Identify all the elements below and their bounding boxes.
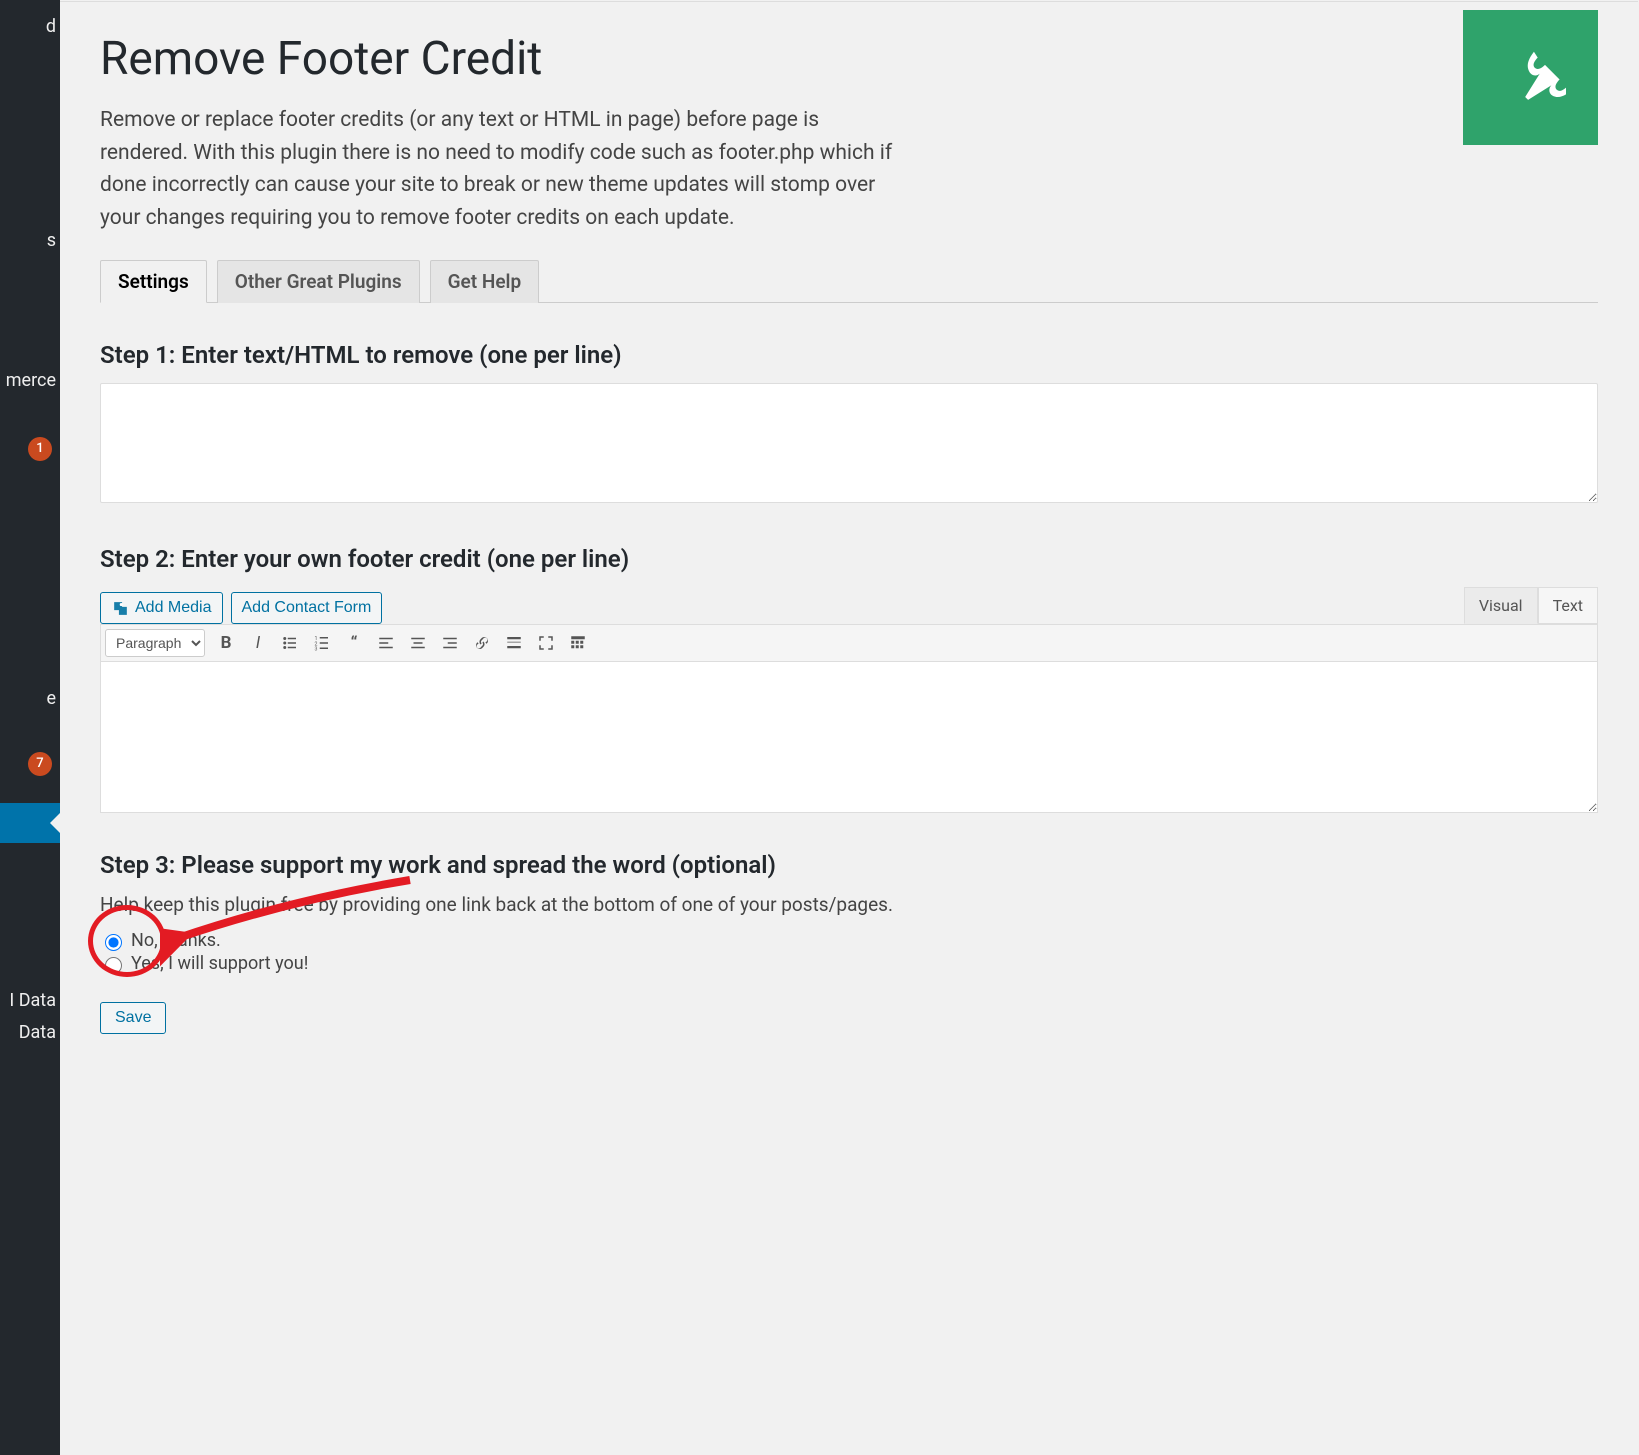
editor-mode-visual[interactable]: Visual — [1464, 587, 1538, 624]
admin-sidebar: d s merce 1 e 7 I Data Data — [0, 0, 60, 1455]
read-more-icon[interactable] — [499, 629, 529, 657]
align-center-icon[interactable] — [403, 629, 433, 657]
fullscreen-icon[interactable] — [531, 629, 561, 657]
page-title: Remove Footer Credit — [100, 32, 1423, 86]
sidebar-notification-badge[interactable]: 1 — [28, 436, 52, 461]
media-icon — [111, 599, 130, 618]
italic-icon[interactable]: I — [243, 629, 273, 657]
save-button[interactable]: Save — [100, 1002, 166, 1034]
bold-icon[interactable]: B — [211, 629, 241, 657]
step3-heading: Step 3: Please support my work and sprea… — [100, 851, 1598, 879]
rich-text-editor: Paragraph B I 123 “ — [100, 624, 1598, 813]
editor-mode-text[interactable]: Text — [1538, 587, 1598, 624]
bullet-list-icon[interactable] — [275, 629, 305, 657]
step1-textarea[interactable] — [100, 383, 1598, 503]
sidebar-item[interactable]: Data — [19, 1022, 56, 1043]
sidebar-item[interactable]: d — [46, 16, 56, 37]
link-icon[interactable] — [467, 629, 497, 657]
tab-settings[interactable]: Settings — [100, 260, 207, 303]
sidebar-item[interactable]: s — [47, 230, 56, 251]
main-content: Remove Footer Credit Remove or replace f… — [60, 1, 1638, 1454]
step1-heading: Step 1: Enter text/HTML to remove (one p… — [100, 341, 1598, 369]
plugin-logo — [1463, 10, 1598, 145]
sidebar-active-arrow-icon — [50, 813, 60, 833]
tab-get-help[interactable]: Get Help — [430, 260, 540, 303]
step2-heading: Step 2: Enter your own footer credit (on… — [100, 545, 1598, 573]
add-media-label: Add Media — [135, 599, 212, 617]
support-option-yes-label: Yes, I will support you! — [131, 953, 308, 974]
sidebar-item[interactable]: I Data — [9, 990, 56, 1011]
paragraph-select[interactable]: Paragraph — [105, 629, 205, 657]
support-radio-yes[interactable] — [105, 957, 122, 974]
sidebar-item[interactable]: merce — [6, 370, 56, 391]
support-radio-no[interactable] — [105, 934, 122, 951]
add-media-button[interactable]: Add Media — [100, 592, 223, 624]
page-description: Remove or replace footer credits (or any… — [100, 104, 900, 234]
blockquote-icon[interactable]: “ — [339, 629, 369, 657]
sidebar-notification-badge[interactable]: 7 — [28, 751, 52, 776]
support-option-yes[interactable]: Yes, I will support you! — [100, 953, 1598, 974]
align-left-icon[interactable] — [371, 629, 401, 657]
tab-other-plugins[interactable]: Other Great Plugins — [217, 260, 420, 303]
number-list-icon[interactable]: 123 — [307, 629, 337, 657]
align-right-icon[interactable] — [435, 629, 465, 657]
add-contact-form-button[interactable]: Add Contact Form — [231, 592, 383, 624]
support-option-no-label: No, thanks. — [131, 930, 221, 951]
toolbar-toggle-icon[interactable] — [563, 629, 593, 657]
support-option-no[interactable]: No, thanks. — [100, 930, 1598, 951]
editor-toolbar: Paragraph B I 123 “ — [101, 625, 1597, 662]
editor-body[interactable] — [101, 662, 1597, 812]
ribbon-icon — [1496, 43, 1566, 113]
tab-bar: Settings Other Great Plugins Get Help — [100, 260, 1598, 303]
svg-text:3: 3 — [315, 647, 318, 653]
step3-help-text: Help keep this plugin free by providing … — [100, 893, 1598, 916]
sidebar-item[interactable]: e — [46, 688, 56, 709]
